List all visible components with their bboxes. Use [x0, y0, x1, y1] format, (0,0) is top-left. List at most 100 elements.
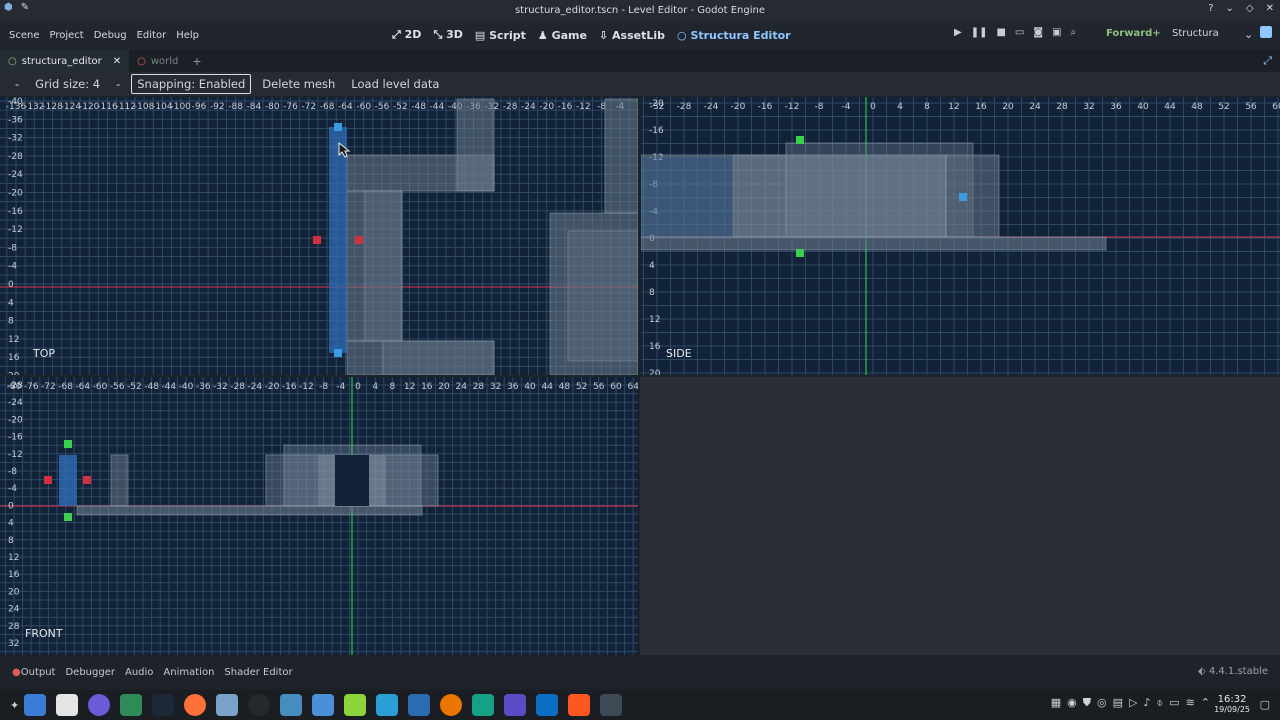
wifi-icon[interactable]: ≋ — [1186, 696, 1195, 710]
x-tick-label: 12 — [948, 102, 959, 112]
remote-debug-icon[interactable]: ▭ — [1015, 27, 1024, 38]
tab-2d[interactable]: ⤢ 2D — [392, 28, 421, 42]
window-icon[interactable] — [600, 694, 623, 716]
output-tab[interactable]: ●Output — [12, 667, 55, 678]
selected-mesh — [329, 127, 347, 353]
godot-icon[interactable] — [280, 694, 303, 716]
tray-app-icon[interactable]: ▦ — [1051, 696, 1061, 710]
tab-game[interactable]: ♟ Game — [538, 29, 587, 42]
microphone-icon[interactable]: ⌽ — [1157, 696, 1164, 710]
side-viewport-canvas[interactable]: -32 -28 -24 -20 -16 -12 -8 -4 0 4 8 12 16 20 24 28 32 36 4… — [641, 97, 1280, 375]
tab-label: structura_editor — [21, 55, 102, 67]
shader-editor-tab[interactable]: Shader Editor — [224, 667, 292, 678]
movie-icon[interactable]: ◙ — [1033, 27, 1043, 38]
x-tick-label: -84 — [247, 102, 262, 112]
gamepad-icon[interactable] — [472, 694, 495, 716]
load-level-data-button[interactable]: Load level data — [346, 74, 444, 94]
x-tick-label: -24 — [247, 382, 262, 392]
version-label: ⬖ 4.4.1.stable — [1197, 666, 1268, 677]
clock[interactable]: 16:32 19/09/25 — [1214, 694, 1250, 714]
debugger-tab[interactable]: Debugger — [65, 667, 115, 678]
run-current-icon[interactable]: ▣ — [1052, 27, 1061, 38]
x-tick-label: 0 — [355, 382, 361, 392]
discord-icon[interactable] — [88, 694, 111, 716]
browser-icon[interactable] — [568, 694, 591, 716]
discord-tray-icon[interactable]: ◉ — [1067, 696, 1077, 710]
obsidian-icon[interactable] — [504, 694, 527, 716]
tab-3d[interactable]: ⤡ 3D — [433, 28, 462, 42]
minimize-icon[interactable]: ⌄ — [1226, 3, 1234, 14]
y-tick-label: 8 — [8, 536, 14, 546]
pin-icon[interactable]: ✎ — [21, 2, 29, 13]
x-tick-label: -24 — [521, 102, 536, 112]
tab-structura-editor[interactable]: ○ Structura Editor — [677, 29, 791, 42]
firefox-icon[interactable] — [184, 694, 207, 716]
files-icon[interactable] — [24, 694, 47, 716]
battery-icon[interactable]: ▭ — [1169, 696, 1179, 710]
distraction-free-icon[interactable]: ⤢ — [1263, 54, 1272, 68]
vscode-icon[interactable] — [536, 694, 559, 716]
y-tick-label: -16 — [8, 433, 23, 443]
y-tick-label: 12 — [8, 553, 19, 563]
close-tab-icon[interactable]: ✕ — [113, 56, 121, 67]
telegram-icon[interactable] — [376, 694, 399, 716]
x-tick-label: 48 — [1191, 102, 1203, 112]
tab-structura-editor-scene[interactable]: ○ structura_editor ✕ — [0, 50, 130, 72]
front-viewport[interactable]: -80 -76 -72 -68 -64 -60 -56 -52 -48 -44 -40 -36 -32-… — [0, 377, 638, 655]
audio-tab[interactable]: Audio — [125, 667, 153, 678]
mesh-block — [456, 98, 495, 192]
clipboard-icon[interactable]: ▤ — [1113, 696, 1123, 710]
checkbox-icon[interactable] — [1260, 26, 1272, 38]
title-bar: ⬢ ✎ structura_editor.tscn - Level Editor… — [0, 0, 1280, 20]
menu-debug[interactable]: Debug — [89, 30, 132, 41]
project-select[interactable]: Structura — [1172, 28, 1252, 39]
pause-icon[interactable]: ❚❚ — [971, 27, 988, 38]
grid-increase-button[interactable]: - — [111, 74, 125, 94]
top-viewport[interactable]: -136 -132 -128 -124 -120 -116 -112 -108 -104 -100… — [0, 97, 638, 375]
snapping-toggle-button[interactable]: Snapping: Enabled — [131, 74, 252, 94]
x-tick-label: -100 — [170, 102, 191, 112]
front-viewport-canvas[interactable]: -80 -76 -72 -68 -64 -60 -56 -52 -48 -44 -40 -36 -32-… — [0, 377, 638, 655]
x-tick-label: 44 — [541, 382, 553, 392]
tab-world-scene[interactable]: ○ world — [129, 50, 186, 72]
krita-icon[interactable] — [216, 694, 239, 716]
play-icon[interactable]: ▶ — [954, 27, 962, 38]
steam-tray-icon[interactable]: ◎ — [1097, 696, 1107, 710]
terminal-icon[interactable] — [120, 694, 143, 716]
folder-icon[interactable] — [408, 694, 431, 716]
blender-icon[interactable] — [440, 694, 463, 716]
help-icon[interactable]: ? — [1208, 3, 1213, 14]
update-icon[interactable]: ⬖ — [1198, 666, 1206, 677]
steam-icon[interactable] — [152, 694, 175, 716]
puzzle-icon[interactable] — [312, 694, 335, 716]
grid-decrease-button[interactable]: - — [10, 74, 24, 94]
side-viewport[interactable]: -32 -28 -24 -20 -16 -12 -8 -4 0 4 8 12 16 20 24 28 32 36 4… — [641, 97, 1280, 375]
top-viewport-canvas[interactable]: -136-132-128-124-120-116-112-108-104-100… — [0, 97, 638, 375]
app-launcher-icon[interactable]: ✦ — [10, 699, 19, 712]
close-icon[interactable]: ✕ — [1266, 3, 1274, 14]
menu-help[interactable]: Help — [171, 30, 204, 41]
media-icon[interactable]: ▷ — [1129, 696, 1137, 710]
show-desktop-icon[interactable]: ▢ — [1260, 698, 1270, 711]
chevron-down-icon[interactable]: ⌄ — [1244, 28, 1253, 41]
renderer-select[interactable]: Forward+ — [1106, 28, 1161, 39]
stop-icon[interactable]: ■ — [996, 27, 1005, 38]
menu-editor[interactable]: Editor — [132, 30, 172, 41]
settings-gear-icon[interactable] — [344, 694, 367, 716]
tab-assetlib[interactable]: ⇩ AssetLib — [599, 29, 665, 42]
inkscape-icon[interactable] — [56, 694, 79, 716]
maximize-icon[interactable]: ◇ — [1246, 3, 1254, 14]
delete-mesh-button[interactable]: Delete mesh — [257, 74, 340, 94]
animation-tab[interactable]: Animation — [163, 667, 214, 678]
x-tick-label: 20 — [438, 382, 450, 392]
x-tick-label: -28 — [230, 382, 245, 392]
add-tab-icon[interactable]: + — [192, 55, 201, 68]
volume-icon[interactable]: ♪ — [1144, 696, 1151, 710]
shield-icon[interactable]: ⛊ — [1083, 696, 1091, 710]
tray-expand-icon[interactable]: ⌃ — [1201, 696, 1210, 710]
tab-script[interactable]: ▤ Script — [475, 29, 526, 42]
github-icon[interactable] — [248, 694, 271, 716]
menu-scene[interactable]: Scene — [4, 30, 45, 41]
run-custom-icon[interactable]: ⌕ — [1071, 27, 1077, 38]
menu-project[interactable]: Project — [45, 30, 89, 41]
